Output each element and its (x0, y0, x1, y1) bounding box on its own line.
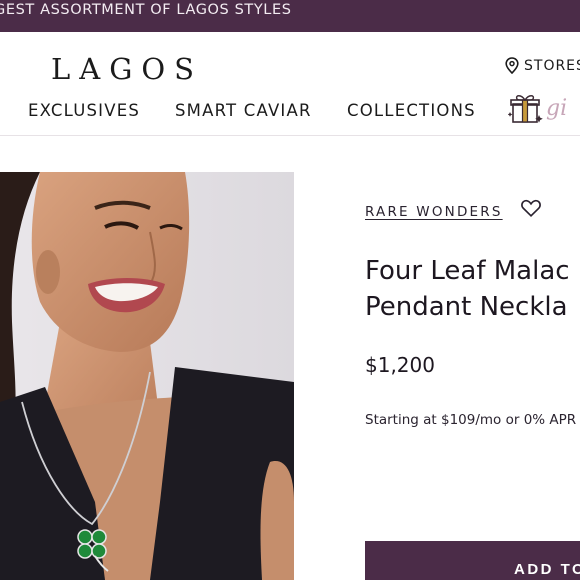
promo-banner: GEST ASSORTMENT OF LAGOS STYLES (0, 0, 580, 32)
lagos-logo[interactable]: LAGOS (51, 52, 203, 86)
product-title: Four Leaf Malac Pendant Neckla (365, 253, 570, 325)
add-to-bag-button[interactable]: ADD TO (365, 541, 580, 580)
nav-exclusives[interactable]: EXCLUSIVES (28, 101, 140, 120)
gift-box-icon (508, 95, 543, 123)
nav-collections[interactable]: COLLECTIONS (347, 101, 476, 120)
location-pin-icon (505, 57, 519, 74)
stores-link[interactable]: STORES (505, 57, 580, 74)
nav-smart-caviar[interactable]: SMART CAVIAR (175, 101, 312, 120)
collection-link[interactable]: RARE WONDERS (365, 204, 503, 220)
stores-label: STORES (524, 57, 580, 74)
promo-text: GEST ASSORTMENT OF LAGOS STYLES (0, 2, 292, 18)
product-title-line1: Four Leaf Malac (365, 256, 570, 286)
product-price: $1,200 (365, 353, 435, 377)
model-photo (0, 172, 294, 580)
add-button-label: ADD TO (514, 561, 580, 578)
site-header: LAGOS STORES EXCLUSIVES SMART CAVIAR COL… (0, 32, 580, 136)
product-title-line2: Pendant Neckla (365, 292, 568, 322)
heart-icon[interactable] (520, 197, 542, 219)
financing-text: Starting at $109/mo or 0% APR (365, 412, 577, 428)
product-image[interactable] (0, 172, 294, 580)
gifts-link[interactable]: gi (508, 90, 567, 126)
gifts-label: gi (546, 95, 568, 121)
